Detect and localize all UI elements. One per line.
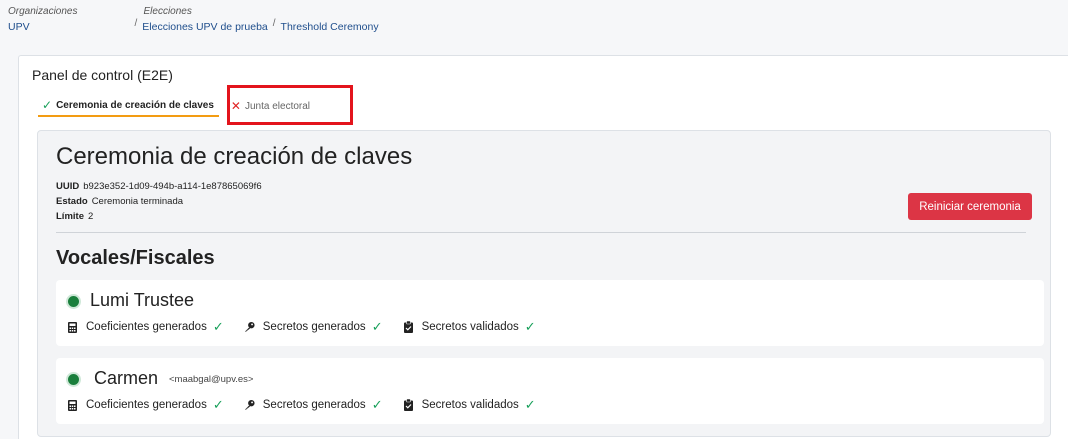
calculator-icon xyxy=(67,321,78,333)
limit-value: 2 xyxy=(87,211,94,222)
step-label: Coeficientes generados xyxy=(86,399,207,411)
breadcrumb-org-link[interactable]: UPV xyxy=(8,18,77,36)
trustee-name: Carmen xyxy=(94,368,159,388)
step-secrets-validated: Secretos validados ✓ xyxy=(403,319,536,335)
clipboard-check-icon xyxy=(403,321,414,333)
status-row: Estado Ceremonia terminada xyxy=(56,194,262,209)
tab-label: Ceremonia de creación de claves xyxy=(56,99,214,111)
breadcrumb-path: / Elecciones UPV de prueba / Threshold C… xyxy=(134,18,379,36)
trustee-card: Carmen <maabgal@upv.es> Coeficientes gen… xyxy=(56,358,1044,424)
divider xyxy=(56,232,1026,233)
check-icon: ✓ xyxy=(42,98,53,112)
breadcrumb-current[interactable]: Threshold Ceremony xyxy=(281,18,379,36)
breadcrumb-elections-header: Elecciones xyxy=(143,6,192,17)
step-secrets-generated: Secretos generados ✓ xyxy=(244,319,383,335)
uuid-row: UUID b923e352-1d09-494b-a114-1e87865069f6 xyxy=(56,179,262,194)
tab-electoral-board[interactable]: ✕ Junta electoral xyxy=(227,95,314,117)
reset-ceremony-button[interactable]: Reiniciar ceremonia xyxy=(908,193,1032,220)
step-coefficients: Coeficientes generados ✓ xyxy=(67,319,224,335)
breadcrumb-organizations: Organizaciones UPV xyxy=(8,6,77,36)
breadcrumb-separator: / xyxy=(134,18,138,29)
control-panel: Panel de control (E2E) ✓ Ceremonia de cr… xyxy=(18,55,1068,439)
tab-label: Junta electoral xyxy=(244,100,311,112)
trustee-steps: Coeficientes generados ✓ Secretos genera… xyxy=(67,319,556,335)
check-icon: ✓ xyxy=(212,319,224,334)
limit-label: Límite xyxy=(56,211,84,222)
step-coefficients: Coeficientes generados ✓ xyxy=(67,397,224,413)
key-icon xyxy=(244,399,255,411)
breadcrumb-org-header: Organizaciones xyxy=(8,6,78,17)
breadcrumb-election-link[interactable]: Elecciones UPV de prueba xyxy=(142,18,268,36)
close-icon: ✕ xyxy=(230,99,241,113)
uuid-label: UUID xyxy=(56,181,80,192)
status-value: Ceremonia terminada xyxy=(91,196,184,207)
breadcrumb-separator: / xyxy=(272,18,276,29)
check-icon: ✓ xyxy=(212,397,224,412)
check-icon: ✓ xyxy=(524,397,536,412)
clipboard-check-icon xyxy=(403,399,414,411)
step-label: Coeficientes generados xyxy=(86,321,207,333)
step-secrets-generated: Secretos generados ✓ xyxy=(244,397,383,413)
step-label: Secretos validados xyxy=(421,321,519,333)
step-label: Secretos generados xyxy=(262,399,366,411)
status-label: Estado xyxy=(56,196,88,207)
check-icon: ✓ xyxy=(524,319,536,334)
trustee-card: Lumi Trustee Coeficientes generados ✓ Se… xyxy=(56,280,1044,346)
breadcrumb: Organizaciones UPV Elecciones / Eleccion… xyxy=(8,6,393,36)
trustee-email: <maabgal@upv.es> xyxy=(169,374,254,385)
ceremony-meta: UUID b923e352-1d09-494b-a114-1e87865069f6… xyxy=(56,179,262,224)
breadcrumb-elections: Elecciones / Elecciones UPV de prueba / … xyxy=(134,6,379,36)
trustee-steps: Coeficientes generados ✓ Secretos genera… xyxy=(67,397,556,413)
trustee-name: Lumi Trustee xyxy=(90,290,195,310)
uuid-value: b923e352-1d09-494b-a114-1e87865069f6 xyxy=(83,181,262,192)
step-secrets-validated: Secretos validados ✓ xyxy=(403,397,536,413)
ceremony-card: Ceremonia de creación de claves UUID b923… xyxy=(37,130,1051,437)
panel-title: Panel de control (E2E) xyxy=(32,67,173,83)
trustees-section-title: Vocales/Fiscales xyxy=(56,247,215,269)
key-icon xyxy=(244,321,255,333)
step-label: Secretos validados xyxy=(421,399,519,411)
status-dot-icon xyxy=(66,372,81,387)
status-dot-icon xyxy=(66,294,81,309)
check-icon: ✓ xyxy=(371,397,383,412)
tab-key-ceremony[interactable]: ✓ Ceremonia de creación de claves xyxy=(38,95,219,117)
check-icon: ✓ xyxy=(371,319,383,334)
calculator-icon xyxy=(67,399,78,411)
ceremony-title: Ceremonia de creación de claves xyxy=(56,143,413,170)
panel-tabs: ✓ Ceremonia de creación de claves ✕ Junt… xyxy=(38,95,314,119)
step-label: Secretos generados xyxy=(262,321,366,333)
limit-row: Límite 2 xyxy=(56,209,262,224)
